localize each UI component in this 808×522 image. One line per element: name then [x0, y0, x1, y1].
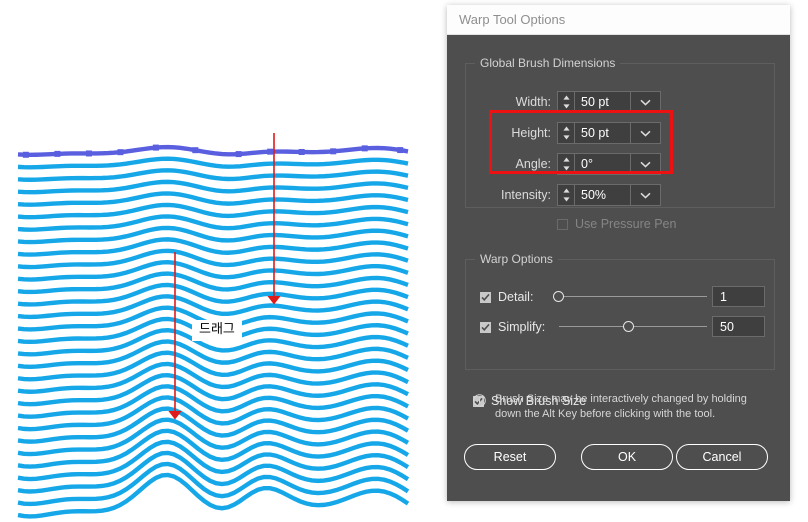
wave-artwork	[17, 144, 410, 519]
warp-tool-options-dialog: Warp Tool Options Global Brush Dimension…	[447, 5, 790, 501]
intensity-chevron-down-icon[interactable]	[631, 184, 661, 206]
detail-row[interactable]: Detail:	[480, 290, 533, 304]
angle-chevron-down-icon[interactable]	[631, 153, 661, 175]
simplify-row[interactable]: Simplify:	[480, 320, 545, 334]
path-anchor-point[interactable]	[192, 147, 199, 154]
width-label: Width:	[515, 95, 551, 109]
wave-line	[17, 339, 409, 370]
path-anchor-point[interactable]	[117, 149, 124, 156]
dialog-body: Global Brush Dimensions Width: 50 pt Hei…	[447, 35, 790, 501]
cancel-button[interactable]: Cancel	[676, 444, 768, 470]
path-anchor-point[interactable]	[152, 144, 159, 151]
detail-value-input[interactable]: 1	[712, 286, 765, 307]
intensity-field-row: Intensity: 50%	[477, 184, 661, 206]
ok-button[interactable]: OK	[581, 444, 673, 470]
wave-line	[17, 156, 409, 170]
angle-field-row: Angle: 0°	[477, 153, 661, 175]
up-down-stepper-icon[interactable]	[557, 122, 574, 144]
path-anchor-point[interactable]	[54, 150, 61, 157]
height-field-row: Height: 50 pt	[477, 122, 661, 144]
detail-checkbox[interactable]	[480, 291, 491, 303]
simplify-value-input[interactable]: 50	[712, 316, 765, 337]
simplify-slider-knob[interactable]	[623, 321, 634, 332]
detail-label: Detail:	[498, 290, 534, 304]
simplify-checkbox[interactable]	[480, 321, 491, 333]
reset-button[interactable]: Reset	[464, 444, 556, 470]
path-anchor-point[interactable]	[298, 149, 305, 155]
wave-line	[17, 214, 409, 232]
path-anchor-point[interactable]	[85, 150, 92, 157]
path-anchor-point[interactable]	[330, 148, 337, 155]
detail-slider-knob[interactable]	[553, 291, 564, 302]
info-note-text: Brush Size may be interactively changed …	[495, 393, 747, 420]
global-brush-dimensions-legend: Global Brush Dimensions	[475, 56, 621, 70]
detail-slider-track[interactable]	[559, 296, 707, 297]
dialog-title: Warp Tool Options	[459, 12, 566, 27]
height-label: Height:	[511, 126, 551, 140]
dialog-titlebar: Warp Tool Options	[447, 5, 790, 35]
simplify-label: Simplify:	[498, 320, 546, 334]
intensity-label: Intensity:	[500, 188, 551, 202]
use-pressure-pen-row[interactable]: Use Pressure Pen	[557, 217, 676, 231]
path-anchor-point[interactable]	[22, 151, 29, 158]
info-icon	[473, 394, 486, 407]
wave-line	[17, 179, 409, 195]
intensity-input[interactable]: 50%	[574, 184, 631, 206]
use-pressure-pen-label: Use Pressure Pen	[575, 217, 677, 231]
wave-line	[17, 225, 409, 245]
path-anchor-point[interactable]	[361, 145, 368, 152]
angle-input[interactable]: 0°	[574, 153, 631, 175]
width-unit-chevron-down-icon[interactable]	[631, 91, 661, 113]
wave-line	[17, 202, 409, 220]
up-down-stepper-icon[interactable]	[557, 184, 574, 206]
path-anchor-point[interactable]	[397, 147, 404, 154]
drag-annotation-label: 드래그	[192, 320, 242, 341]
up-down-stepper-icon[interactable]	[557, 91, 574, 113]
up-down-stepper-icon[interactable]	[557, 153, 574, 175]
use-pressure-pen-checkbox[interactable]	[557, 218, 568, 230]
height-unit-chevron-down-icon[interactable]	[631, 122, 661, 144]
warp-options-group: Warp Options	[465, 252, 775, 370]
wave-line	[17, 191, 409, 207]
angle-label: Angle:	[515, 157, 551, 171]
width-input[interactable]: 50 pt	[574, 91, 631, 113]
warp-options-legend: Warp Options	[475, 252, 558, 266]
wave-line	[17, 168, 409, 182]
width-field-row: Width: 50 pt	[477, 91, 661, 113]
illustration-canvas: 드래그	[0, 0, 440, 522]
height-input[interactable]: 50 pt	[574, 122, 631, 144]
path-anchor-point[interactable]	[267, 148, 274, 155]
wave-line-selected	[17, 144, 409, 158]
path-anchor-point[interactable]	[235, 151, 242, 158]
